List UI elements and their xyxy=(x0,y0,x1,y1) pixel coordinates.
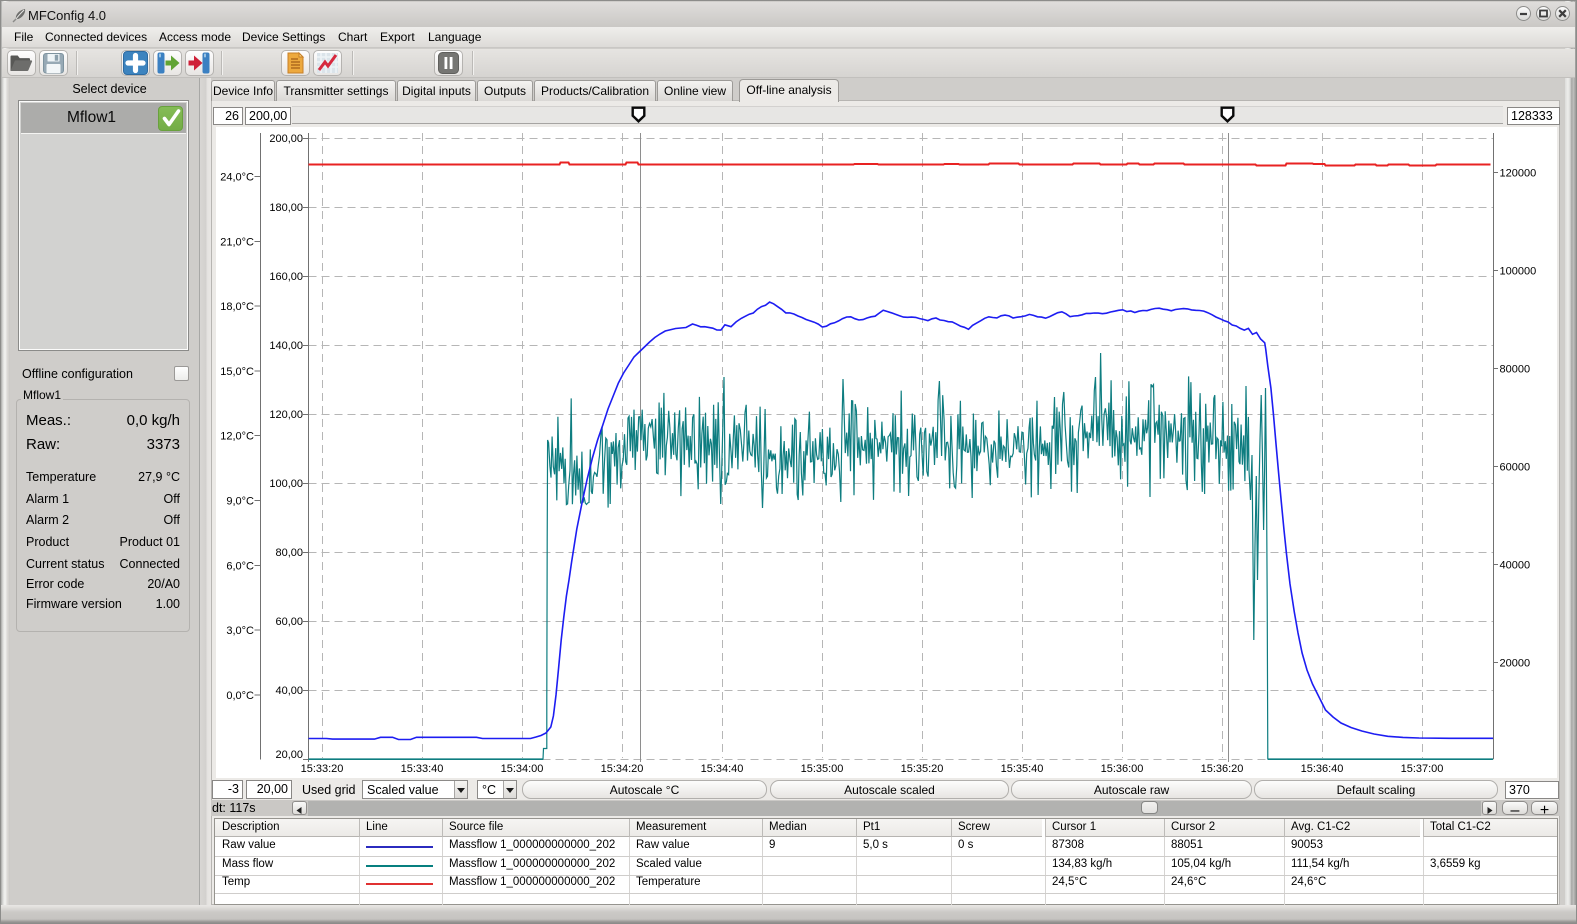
svg-text:180,00: 180,00 xyxy=(269,202,303,214)
svg-text:18,0°C: 18,0°C xyxy=(220,301,254,313)
svg-text:40,00: 40,00 xyxy=(275,685,303,697)
svg-text:40000: 40000 xyxy=(1500,560,1531,572)
svg-text:100,00: 100,00 xyxy=(269,478,303,490)
svg-text:15:36:00: 15:36:00 xyxy=(1101,763,1144,775)
svg-text:15,0°C: 15,0°C xyxy=(220,366,254,378)
svg-text:0,0°C: 0,0°C xyxy=(226,690,254,702)
svg-text:15:35:00: 15:35:00 xyxy=(801,763,844,775)
svg-text:15:33:20: 15:33:20 xyxy=(301,763,344,775)
svg-text:200,00: 200,00 xyxy=(269,133,303,145)
svg-text:80000: 80000 xyxy=(1500,364,1531,376)
svg-text:6,0°C: 6,0°C xyxy=(226,560,254,572)
svg-text:120,00: 120,00 xyxy=(269,409,303,421)
svg-text:100000: 100000 xyxy=(1500,266,1537,278)
svg-text:15:36:20: 15:36:20 xyxy=(1201,763,1244,775)
svg-text:15:34:20: 15:34:20 xyxy=(601,763,644,775)
svg-text:20000: 20000 xyxy=(1500,658,1531,670)
svg-text:21,0°C: 21,0°C xyxy=(220,236,254,248)
svg-text:140,00: 140,00 xyxy=(269,340,303,352)
svg-text:15:35:40: 15:35:40 xyxy=(1001,763,1044,775)
svg-text:15:34:40: 15:34:40 xyxy=(701,763,744,775)
svg-text:80,00: 80,00 xyxy=(275,547,303,559)
svg-text:15:36:40: 15:36:40 xyxy=(1301,763,1344,775)
svg-text:24,0°C: 24,0°C xyxy=(220,172,254,184)
svg-text:60,00: 60,00 xyxy=(275,616,303,628)
svg-text:60000: 60000 xyxy=(1500,462,1531,474)
svg-text:9,0°C: 9,0°C xyxy=(226,496,254,508)
svg-text:3,0°C: 3,0°C xyxy=(226,625,254,637)
svg-text:15:35:20: 15:35:20 xyxy=(901,763,944,775)
svg-text:15:34:00: 15:34:00 xyxy=(501,763,544,775)
svg-text:15:37:00: 15:37:00 xyxy=(1401,763,1444,775)
svg-text:20,00: 20,00 xyxy=(275,749,303,761)
svg-text:15:33:40: 15:33:40 xyxy=(401,763,444,775)
svg-text:12,0°C: 12,0°C xyxy=(220,431,254,443)
svg-text:160,00: 160,00 xyxy=(269,271,303,283)
svg-text:120000: 120000 xyxy=(1500,168,1537,180)
